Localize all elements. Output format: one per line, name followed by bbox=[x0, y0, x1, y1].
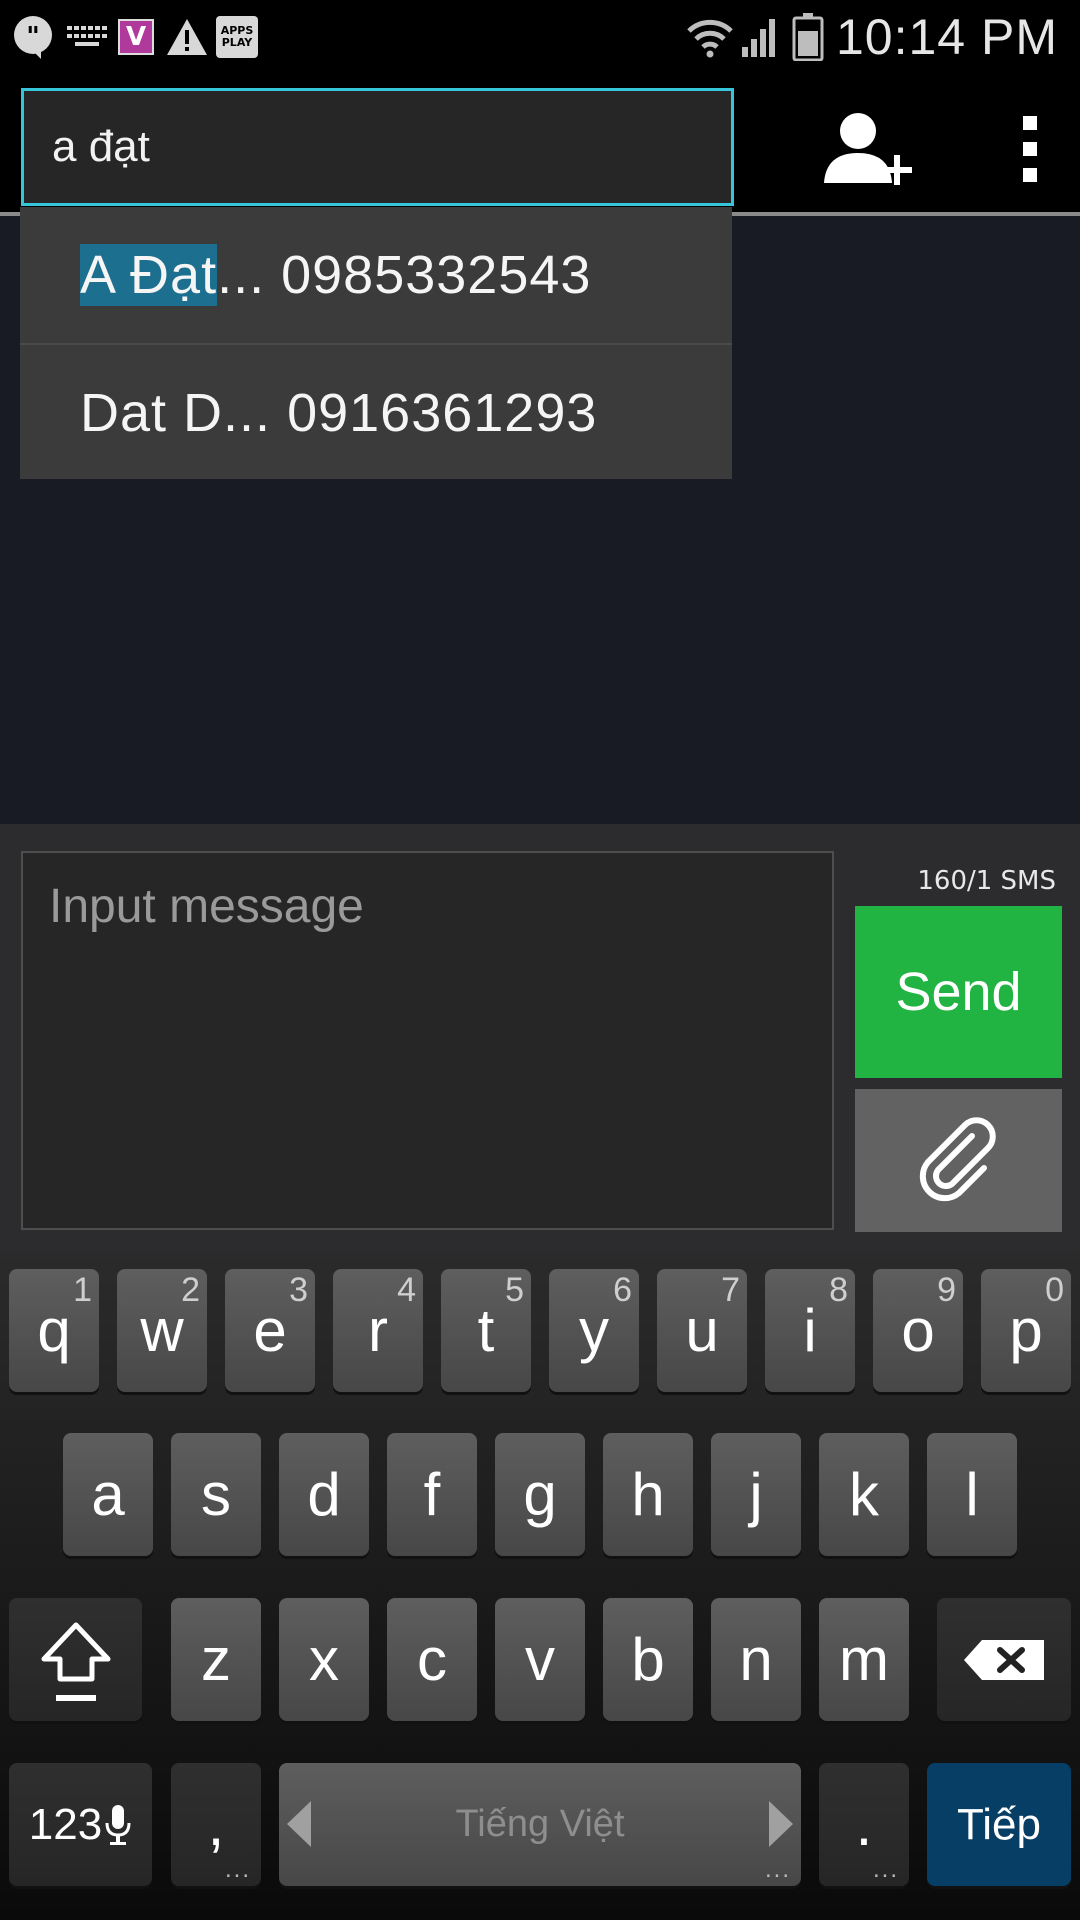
more-dots-icon: ... bbox=[764, 1856, 791, 1883]
key-a[interactable]: a bbox=[63, 1433, 153, 1556]
overflow-menu-icon[interactable] bbox=[1005, 110, 1055, 190]
arrow-right-icon bbox=[769, 1801, 793, 1847]
status-clock: 10:14 PM bbox=[835, 9, 1058, 65]
key-r[interactable]: r4 bbox=[333, 1269, 423, 1392]
key-f[interactable]: f bbox=[387, 1433, 477, 1556]
key-label: p bbox=[1009, 1297, 1043, 1364]
more-dots-icon: ... bbox=[872, 1856, 899, 1883]
next-key[interactable]: Tiếp bbox=[927, 1763, 1071, 1886]
suggestion-name: ... bbox=[217, 245, 266, 305]
key-label: o bbox=[901, 1297, 935, 1364]
key-number: 2 bbox=[181, 1271, 200, 1309]
key-u[interactable]: u7 bbox=[657, 1269, 747, 1392]
key-j[interactable]: j bbox=[711, 1433, 801, 1556]
arrow-left-icon bbox=[287, 1801, 311, 1847]
key-k[interactable]: k bbox=[819, 1433, 909, 1556]
viber-icon: V bbox=[116, 14, 156, 60]
key-g[interactable]: g bbox=[495, 1433, 585, 1556]
apps-play-label: APPS PLAY bbox=[216, 16, 258, 58]
key-label: e bbox=[253, 1297, 287, 1364]
key-v[interactable]: v bbox=[495, 1598, 585, 1721]
key-n[interactable]: n bbox=[711, 1598, 801, 1721]
key-m[interactable]: m bbox=[819, 1598, 909, 1721]
shift-key[interactable] bbox=[9, 1598, 142, 1721]
key-number: 1 bbox=[73, 1271, 92, 1309]
battery-icon bbox=[790, 13, 826, 61]
key-number: 9 bbox=[937, 1271, 956, 1309]
comma-label: , bbox=[207, 1791, 225, 1858]
key-e[interactable]: e3 bbox=[225, 1269, 315, 1392]
suggestion-name: Dat D... bbox=[80, 383, 272, 443]
key-label: u bbox=[685, 1297, 719, 1364]
shift-icon bbox=[41, 1622, 110, 1701]
key-number: 3 bbox=[289, 1271, 308, 1309]
space-language-label: Tiếng Việt bbox=[455, 1803, 625, 1845]
key-number: 0 bbox=[1045, 1271, 1064, 1309]
apps-play-icon: APPS PLAY bbox=[214, 14, 260, 60]
key-y[interactable]: y6 bbox=[549, 1269, 639, 1392]
key-label: t bbox=[477, 1297, 495, 1364]
key-c[interactable]: c bbox=[387, 1598, 477, 1721]
key-t[interactable]: t5 bbox=[441, 1269, 531, 1392]
suggestion-number: 0916361293 bbox=[287, 383, 598, 443]
char-counter: 160/1 SMS bbox=[917, 866, 1056, 896]
paperclip-icon bbox=[919, 1116, 996, 1201]
key-p[interactable]: p0 bbox=[981, 1269, 1071, 1392]
suggestion-match: A Đạt bbox=[80, 244, 218, 306]
send-button[interactable]: Send bbox=[855, 906, 1062, 1078]
key-label: w bbox=[140, 1297, 184, 1364]
message-input[interactable]: Input message bbox=[21, 851, 834, 1230]
key-z[interactable]: z bbox=[171, 1598, 261, 1721]
key-label: r bbox=[368, 1297, 388, 1364]
key-d[interactable]: d bbox=[279, 1433, 369, 1556]
key-l[interactable]: l bbox=[927, 1433, 1017, 1556]
key-label: i bbox=[803, 1297, 817, 1364]
key-q[interactable]: q1 bbox=[9, 1269, 99, 1392]
more-dots-icon: ... bbox=[224, 1856, 251, 1883]
key-h[interactable]: h bbox=[603, 1433, 693, 1556]
key-label: q bbox=[37, 1297, 71, 1364]
key-number: 5 bbox=[505, 1271, 524, 1309]
backspace-icon bbox=[964, 1639, 1044, 1680]
keyboard-icon bbox=[64, 14, 110, 60]
space-key[interactable]: Tiếng Việt ... bbox=[279, 1763, 801, 1886]
hangouts-icon: " bbox=[10, 14, 56, 60]
key-b[interactable]: b bbox=[603, 1598, 693, 1721]
warning-icon bbox=[164, 14, 210, 60]
suggestion-item[interactable]: Dat D... 0916361293 bbox=[20, 345, 732, 481]
key-label: y bbox=[579, 1297, 609, 1364]
microphone-icon bbox=[105, 1804, 131, 1845]
symbols-key[interactable]: 123 bbox=[9, 1763, 152, 1886]
key-number: 6 bbox=[613, 1271, 632, 1309]
key-x[interactable]: x bbox=[279, 1598, 369, 1721]
attach-button[interactable] bbox=[855, 1089, 1062, 1232]
svg-text:": " bbox=[26, 22, 40, 52]
key-s[interactable]: s bbox=[171, 1433, 261, 1556]
key-i[interactable]: i8 bbox=[765, 1269, 855, 1392]
backspace-key[interactable] bbox=[937, 1598, 1071, 1721]
wifi-icon bbox=[684, 14, 736, 60]
period-key[interactable]: .... bbox=[819, 1763, 909, 1886]
symbols-label: 123 bbox=[28, 1799, 103, 1849]
comma-key[interactable]: ,... bbox=[171, 1763, 261, 1886]
key-number: 7 bbox=[721, 1271, 740, 1309]
signal-icon bbox=[740, 14, 780, 60]
suggestion-number: 0985332543 bbox=[281, 245, 592, 305]
viber-letter: V bbox=[118, 19, 154, 55]
key-number: 8 bbox=[829, 1271, 848, 1309]
key-w[interactable]: w2 bbox=[117, 1269, 207, 1392]
key-number: 4 bbox=[397, 1271, 416, 1309]
period-label: . bbox=[855, 1791, 873, 1858]
contact-suggestions: A Đạt... 0985332543 Dat D... 0916361293 bbox=[20, 207, 732, 479]
suggestion-item[interactable]: A Đạt... 0985332543 bbox=[20, 207, 732, 343]
recipient-input[interactable]: a đạt bbox=[21, 88, 734, 206]
add-contact-icon[interactable] bbox=[818, 105, 918, 195]
key-o[interactable]: o9 bbox=[873, 1269, 963, 1392]
